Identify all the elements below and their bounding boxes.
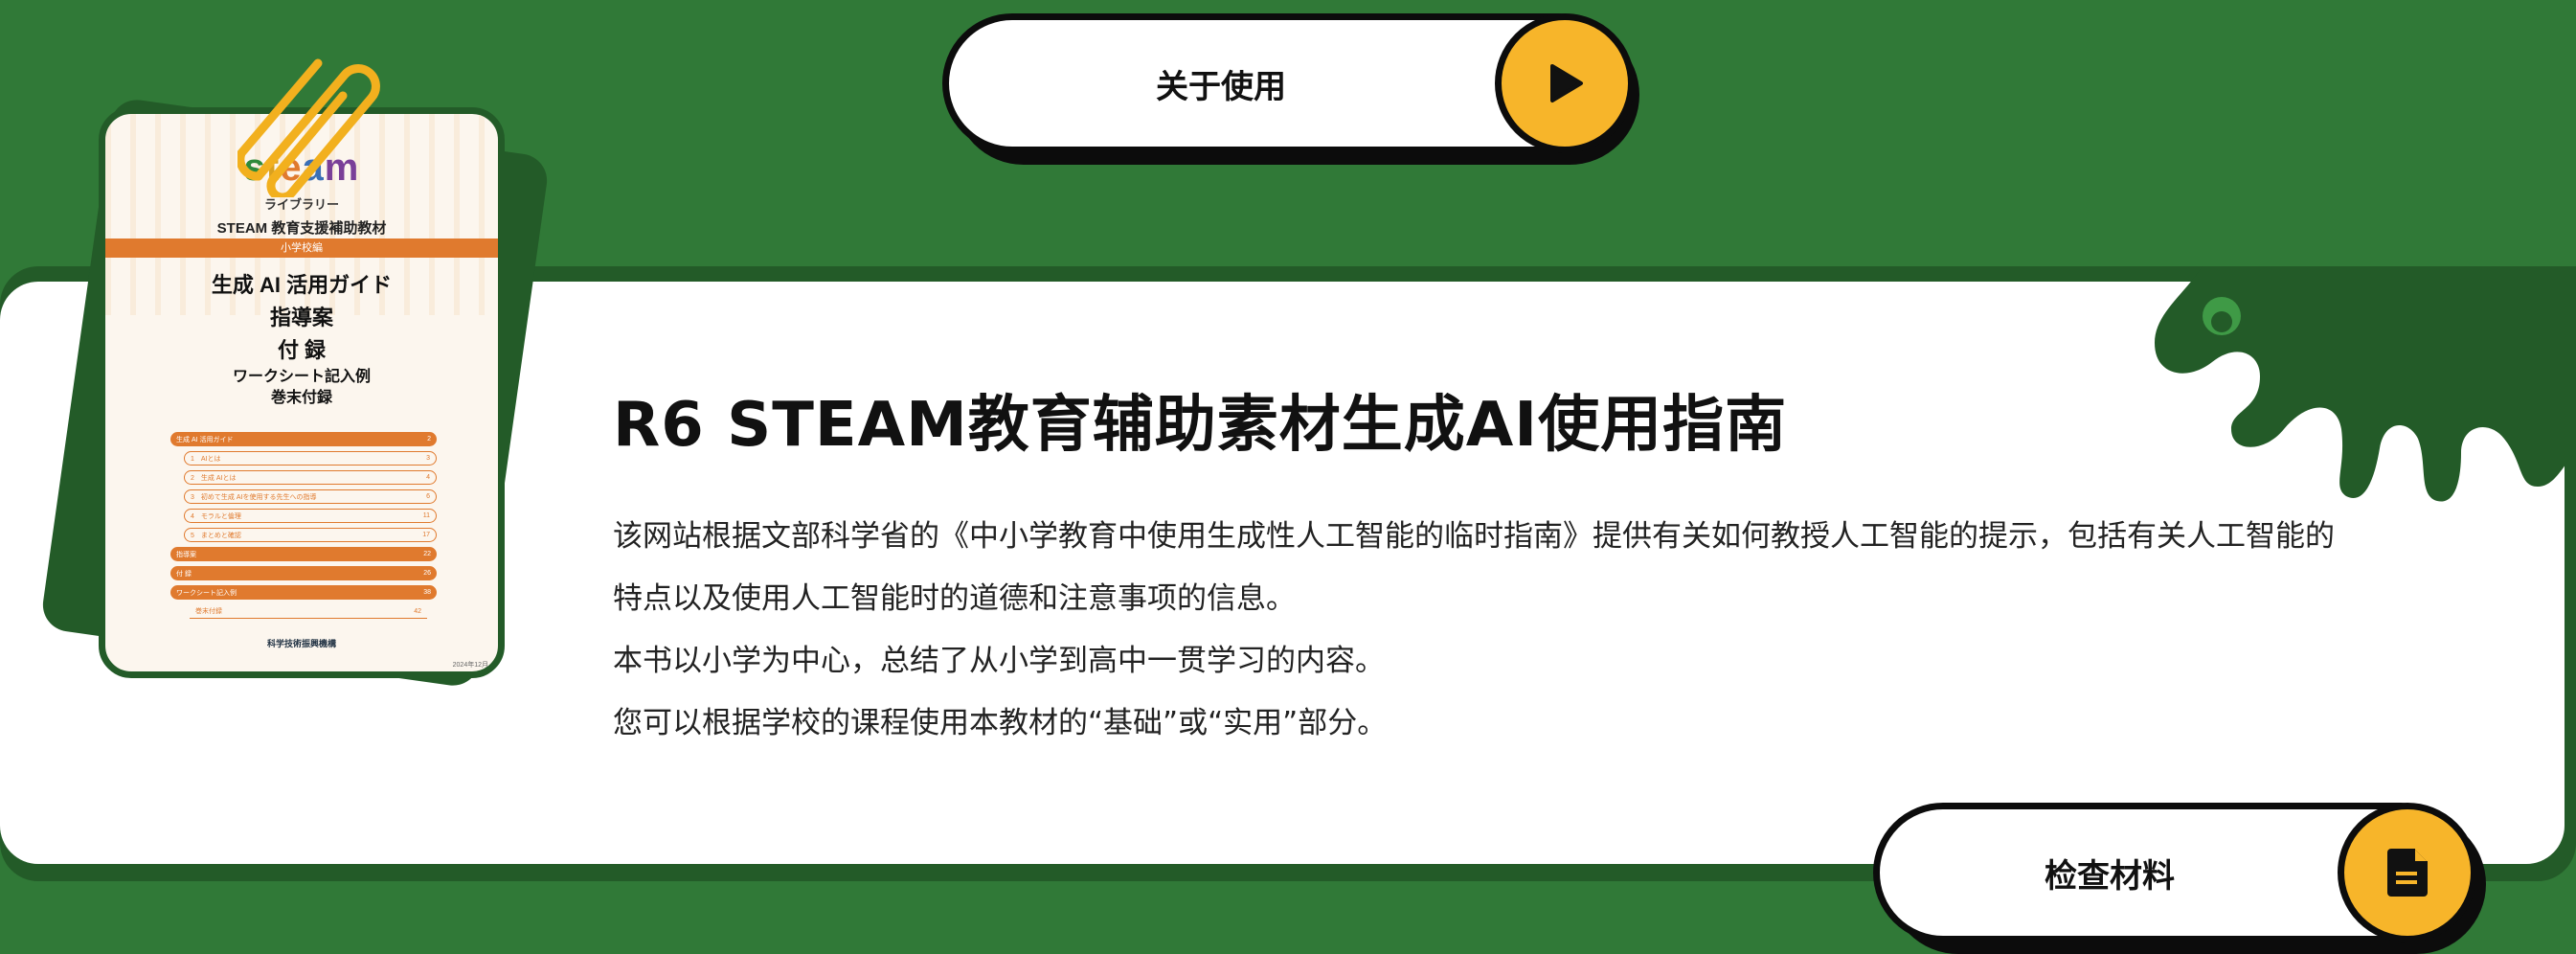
toc-item: 付 録 26 — [170, 566, 437, 580]
toc-item: ワークシート記入例 38 — [170, 585, 437, 600]
toc-item: 3 初めて生成 AIを使用する先生への指導 6 — [184, 489, 437, 504]
paperclip-icon — [237, 58, 380, 197]
book-series: STEAM 教育支援補助教材 — [216, 220, 387, 237]
book-ribbon: 小学校編 — [105, 238, 498, 258]
check-materials-button[interactable]: 检查材料 — [1873, 803, 2477, 943]
toc-item: 1 AIとは 3 — [184, 451, 437, 466]
book-toc: 生成 AI 活用ガイド 2 1 AIとは 3 2 生成 AIとは 4 3 初めて生成 … — [170, 432, 437, 624]
book-subtitle-line: ワークシート記入例 — [232, 369, 371, 385]
book-title-line: 付 録 — [277, 338, 327, 362]
book-date: 2024年12月 — [452, 662, 488, 669]
book-subtitle: ワークシート記入例 巻末付録 — [105, 367, 498, 409]
toc-item: 2 生成 AIとは 4 — [184, 470, 437, 485]
page-title: R6 STEAM教育辅助素材生成AI使用指南 — [613, 390, 1788, 461]
book-title-line: 生成 AI 活用ガイド — [211, 273, 393, 297]
toc-item: 生成 AI 活用ガイド 2 — [170, 432, 437, 446]
book-title: 生成 AI 活用ガイド 指導案 付 録 — [105, 269, 498, 367]
book-title-line: 指導案 — [269, 306, 333, 329]
description-line: 特点以及使用人工智能时的道德和注意事项的信息。 — [613, 581, 1296, 616]
toc-item: 5 まとめと確認 17 — [184, 528, 437, 542]
description: 该网站根据文部科学省的《中小学教育中使用生成性人工智能的临时指南》提供有关如何教… — [613, 506, 2432, 755]
check-materials-label: 检查材料 — [2045, 856, 2175, 896]
about-usage-label: 关于使用 — [1156, 67, 1286, 106]
book-publisher: 科学技術振興機構 — [266, 639, 336, 648]
page: { "top_button": { "label": "关于使用", "icon… — [0, 0, 2576, 954]
description-line: 您可以根据学校的课程使用本教材的“基础”或“实用”部分。 — [613, 706, 1388, 740]
toc-item: 巻末付録 42 — [190, 604, 427, 619]
document-icon — [2338, 803, 2477, 943]
description-line: 该网站根据文部科学省的《中小学教育中使用生成性人工智能的临时指南》提供有关如何教… — [613, 519, 2335, 554]
about-usage-button[interactable]: 关于使用 — [942, 13, 1635, 153]
decorative-blob — [2155, 266, 2576, 502]
description-line: 本书以小学为中心，总结了从小学到高中一贯学习的内容。 — [613, 644, 1385, 678]
toc-item: 4 モラルと倫理 11 — [184, 509, 437, 523]
play-icon — [1495, 13, 1635, 153]
toc-item: 指導案 22 — [170, 547, 437, 561]
book-subtitle-line: 巻末付録 — [270, 390, 332, 406]
